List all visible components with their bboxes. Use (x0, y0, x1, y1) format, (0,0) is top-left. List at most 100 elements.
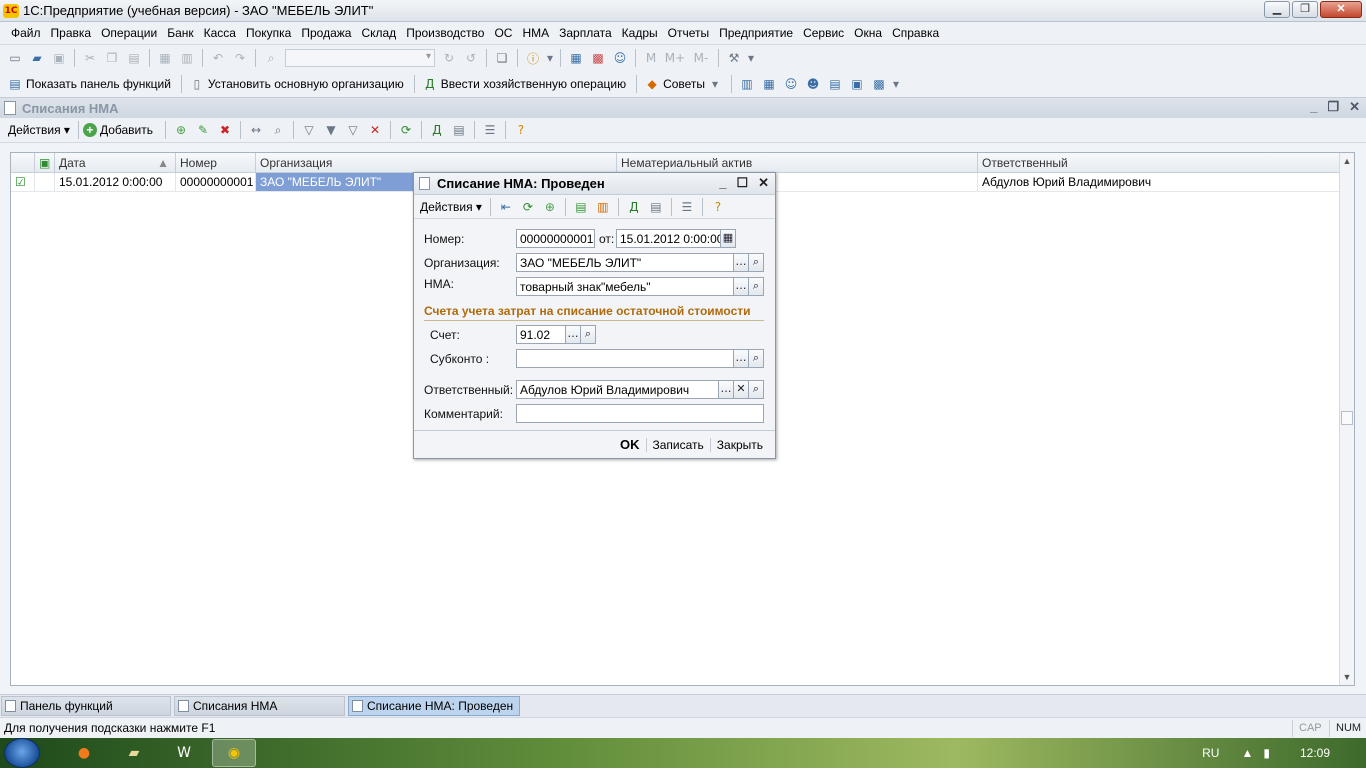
language-indicator[interactable]: RU (1202, 746, 1219, 760)
actions-menu-button[interactable]: Действия ▾ (4, 123, 74, 137)
explorer-icon[interactable]: ▰ (112, 739, 156, 767)
tab-write-off-document[interactable]: Списание НМА: Проведен (348, 696, 520, 716)
memory-m-icon[interactable]: M (642, 49, 660, 67)
print-preview-icon[interactable]: ▥ (178, 49, 196, 67)
menu-bank[interactable]: Банк (162, 26, 198, 40)
report-icon[interactable]: ▤ (647, 198, 665, 216)
journal-icon[interactable]: ▤ (826, 75, 844, 93)
add-button[interactable]: + Добавить (82, 123, 153, 137)
cut-icon[interactable]: ✂ (81, 49, 99, 67)
column-date[interactable]: Дата ▲ (55, 153, 176, 172)
menu-fixed-assets[interactable]: ОС (489, 26, 517, 40)
column-responsible[interactable]: Ответственный (978, 153, 1340, 172)
menu-production[interactable]: Производство (401, 26, 489, 40)
column-organization[interactable]: Организация (256, 153, 617, 172)
1c-app-icon[interactable]: ◉ (212, 739, 256, 767)
settings-icon[interactable]: ▩ (870, 75, 888, 93)
tab-write-offs-list[interactable]: Списания НМА (174, 696, 345, 716)
tray-expand-icon[interactable]: ▲ (1241, 746, 1253, 760)
select-ellipsis-icon[interactable]: … (565, 325, 581, 344)
calculator-icon[interactable]: ▦ (567, 49, 585, 67)
menu-salary[interactable]: Зарплата (554, 26, 617, 40)
open-search-icon[interactable]: ⌕ (580, 325, 596, 344)
help-icon[interactable]: ? (512, 121, 530, 139)
maximize-icon[interactable]: ☐ (736, 175, 748, 191)
select-ellipsis-icon[interactable]: … (733, 253, 749, 272)
select-ellipsis-icon[interactable]: … (733, 277, 749, 296)
restore-icon[interactable]: ❐ (1327, 99, 1339, 115)
minimize-icon[interactable]: _ (1310, 99, 1317, 115)
filter-active-icon[interactable]: ▼ (322, 121, 340, 139)
minimize-icon[interactable]: _ (719, 175, 726, 191)
organization-field[interactable]: ЗАО "МЕБЕЛЬ ЭЛИТ" (516, 253, 734, 272)
based-on-icon[interactable]: ▤ (572, 198, 590, 216)
delete-icon[interactable]: ✖ (216, 121, 234, 139)
open-search-icon[interactable]: ⌕ (748, 349, 764, 368)
ok-button[interactable]: OK (614, 437, 646, 452)
counterparties-icon[interactable]: ☻ (804, 75, 822, 93)
menu-cash[interactable]: Касса (199, 26, 241, 40)
scroll-thumb[interactable] (1341, 411, 1353, 425)
menu-operations[interactable]: Операции (96, 26, 162, 40)
maximize-button[interactable]: ❐ (1292, 1, 1318, 18)
menu-reports[interactable]: Отчеты (663, 26, 714, 40)
search-combo[interactable] (285, 49, 435, 67)
list-settings-icon[interactable]: ☰ (678, 198, 696, 216)
menu-file[interactable]: Файл (6, 26, 46, 40)
save-icon[interactable]: ▣ (50, 49, 68, 67)
table-scrollbar[interactable]: ▲ ▼ (1339, 153, 1354, 685)
start-button[interactable] (4, 738, 40, 768)
chevron-down-icon[interactable]: ▾ (747, 49, 755, 67)
copy-row-icon[interactable]: ⊕ (172, 121, 190, 139)
menu-enterprise[interactable]: Предприятие (714, 26, 798, 40)
close-icon[interactable]: ✕ (758, 175, 769, 191)
undo-icon[interactable]: ↶ (209, 49, 227, 67)
windows-icon[interactable]: ❏ (493, 49, 511, 67)
clear-icon[interactable]: ✕ (733, 380, 749, 399)
interval-icon[interactable]: ↔ (247, 121, 265, 139)
copy-icon[interactable]: ⊕ (541, 198, 559, 216)
comment-field[interactable] (516, 404, 764, 423)
calendar-icon[interactable]: ▩ (589, 49, 607, 67)
tools-icon[interactable]: ⚒ (725, 49, 743, 67)
reports-icon[interactable]: ▣ (848, 75, 866, 93)
structure-icon[interactable]: ▥ (594, 198, 612, 216)
print-icon[interactable]: ▦ (156, 49, 174, 67)
menu-service[interactable]: Сервис (798, 26, 849, 40)
open-search-icon[interactable]: ⌕ (748, 253, 764, 272)
info-icon[interactable]: ⓘ (524, 49, 542, 67)
menu-intangibles[interactable]: НМА (517, 26, 554, 40)
select-ellipsis-icon[interactable]: … (733, 349, 749, 368)
chevron-down-icon[interactable]: ▾ (546, 49, 554, 67)
save-button[interactable]: Записать (645, 437, 710, 452)
memory-minus-icon[interactable]: M- (690, 49, 712, 67)
filter-clear-icon[interactable]: ✕ (366, 121, 384, 139)
nma-field[interactable]: товарный знак"мебель" (516, 277, 734, 296)
show-panel-button[interactable]: ▤ Показать панель функций (4, 75, 171, 93)
close-button[interactable]: ✕ (1320, 1, 1362, 18)
subkonto-field[interactable] (516, 349, 734, 368)
chart-of-accounts-icon[interactable]: ▥ (738, 75, 756, 93)
close-icon[interactable]: ✕ (1349, 99, 1360, 115)
calendar-icon[interactable]: ▦ (720, 229, 736, 248)
close-button[interactable]: Закрыть (709, 437, 769, 452)
menu-hr[interactable]: Кадры (617, 26, 663, 40)
number-field[interactable]: 00000000001 (516, 229, 595, 248)
search-icon[interactable]: ⌕ (262, 49, 280, 67)
list-settings-icon[interactable]: ☰ (481, 121, 499, 139)
employees-icon[interactable]: ☺ (782, 75, 800, 93)
post-icon[interactable]: ⇤ (497, 198, 515, 216)
status-column-header[interactable] (11, 153, 35, 172)
filter-icon[interactable]: ▽ (300, 121, 318, 139)
open-folder-icon[interactable]: ▰ (28, 49, 46, 67)
accounts-icon[interactable]: ▦ (760, 75, 778, 93)
date-field[interactable]: 15.01.2012 0:00:00 (616, 229, 721, 248)
refresh-icon[interactable]: ⟳ (397, 121, 415, 139)
menu-edit[interactable]: Правка (46, 26, 97, 40)
enter-operation-button[interactable]: Д Ввести хозяйственную операцию (419, 75, 626, 93)
column-intangible-asset[interactable]: Нематериальный актив (617, 153, 978, 172)
redo-icon[interactable]: ↷ (231, 49, 249, 67)
filter-list-icon[interactable]: ▽ (344, 121, 362, 139)
new-file-icon[interactable]: ▭ (6, 49, 24, 67)
paste-icon[interactable]: ▤ (125, 49, 143, 67)
